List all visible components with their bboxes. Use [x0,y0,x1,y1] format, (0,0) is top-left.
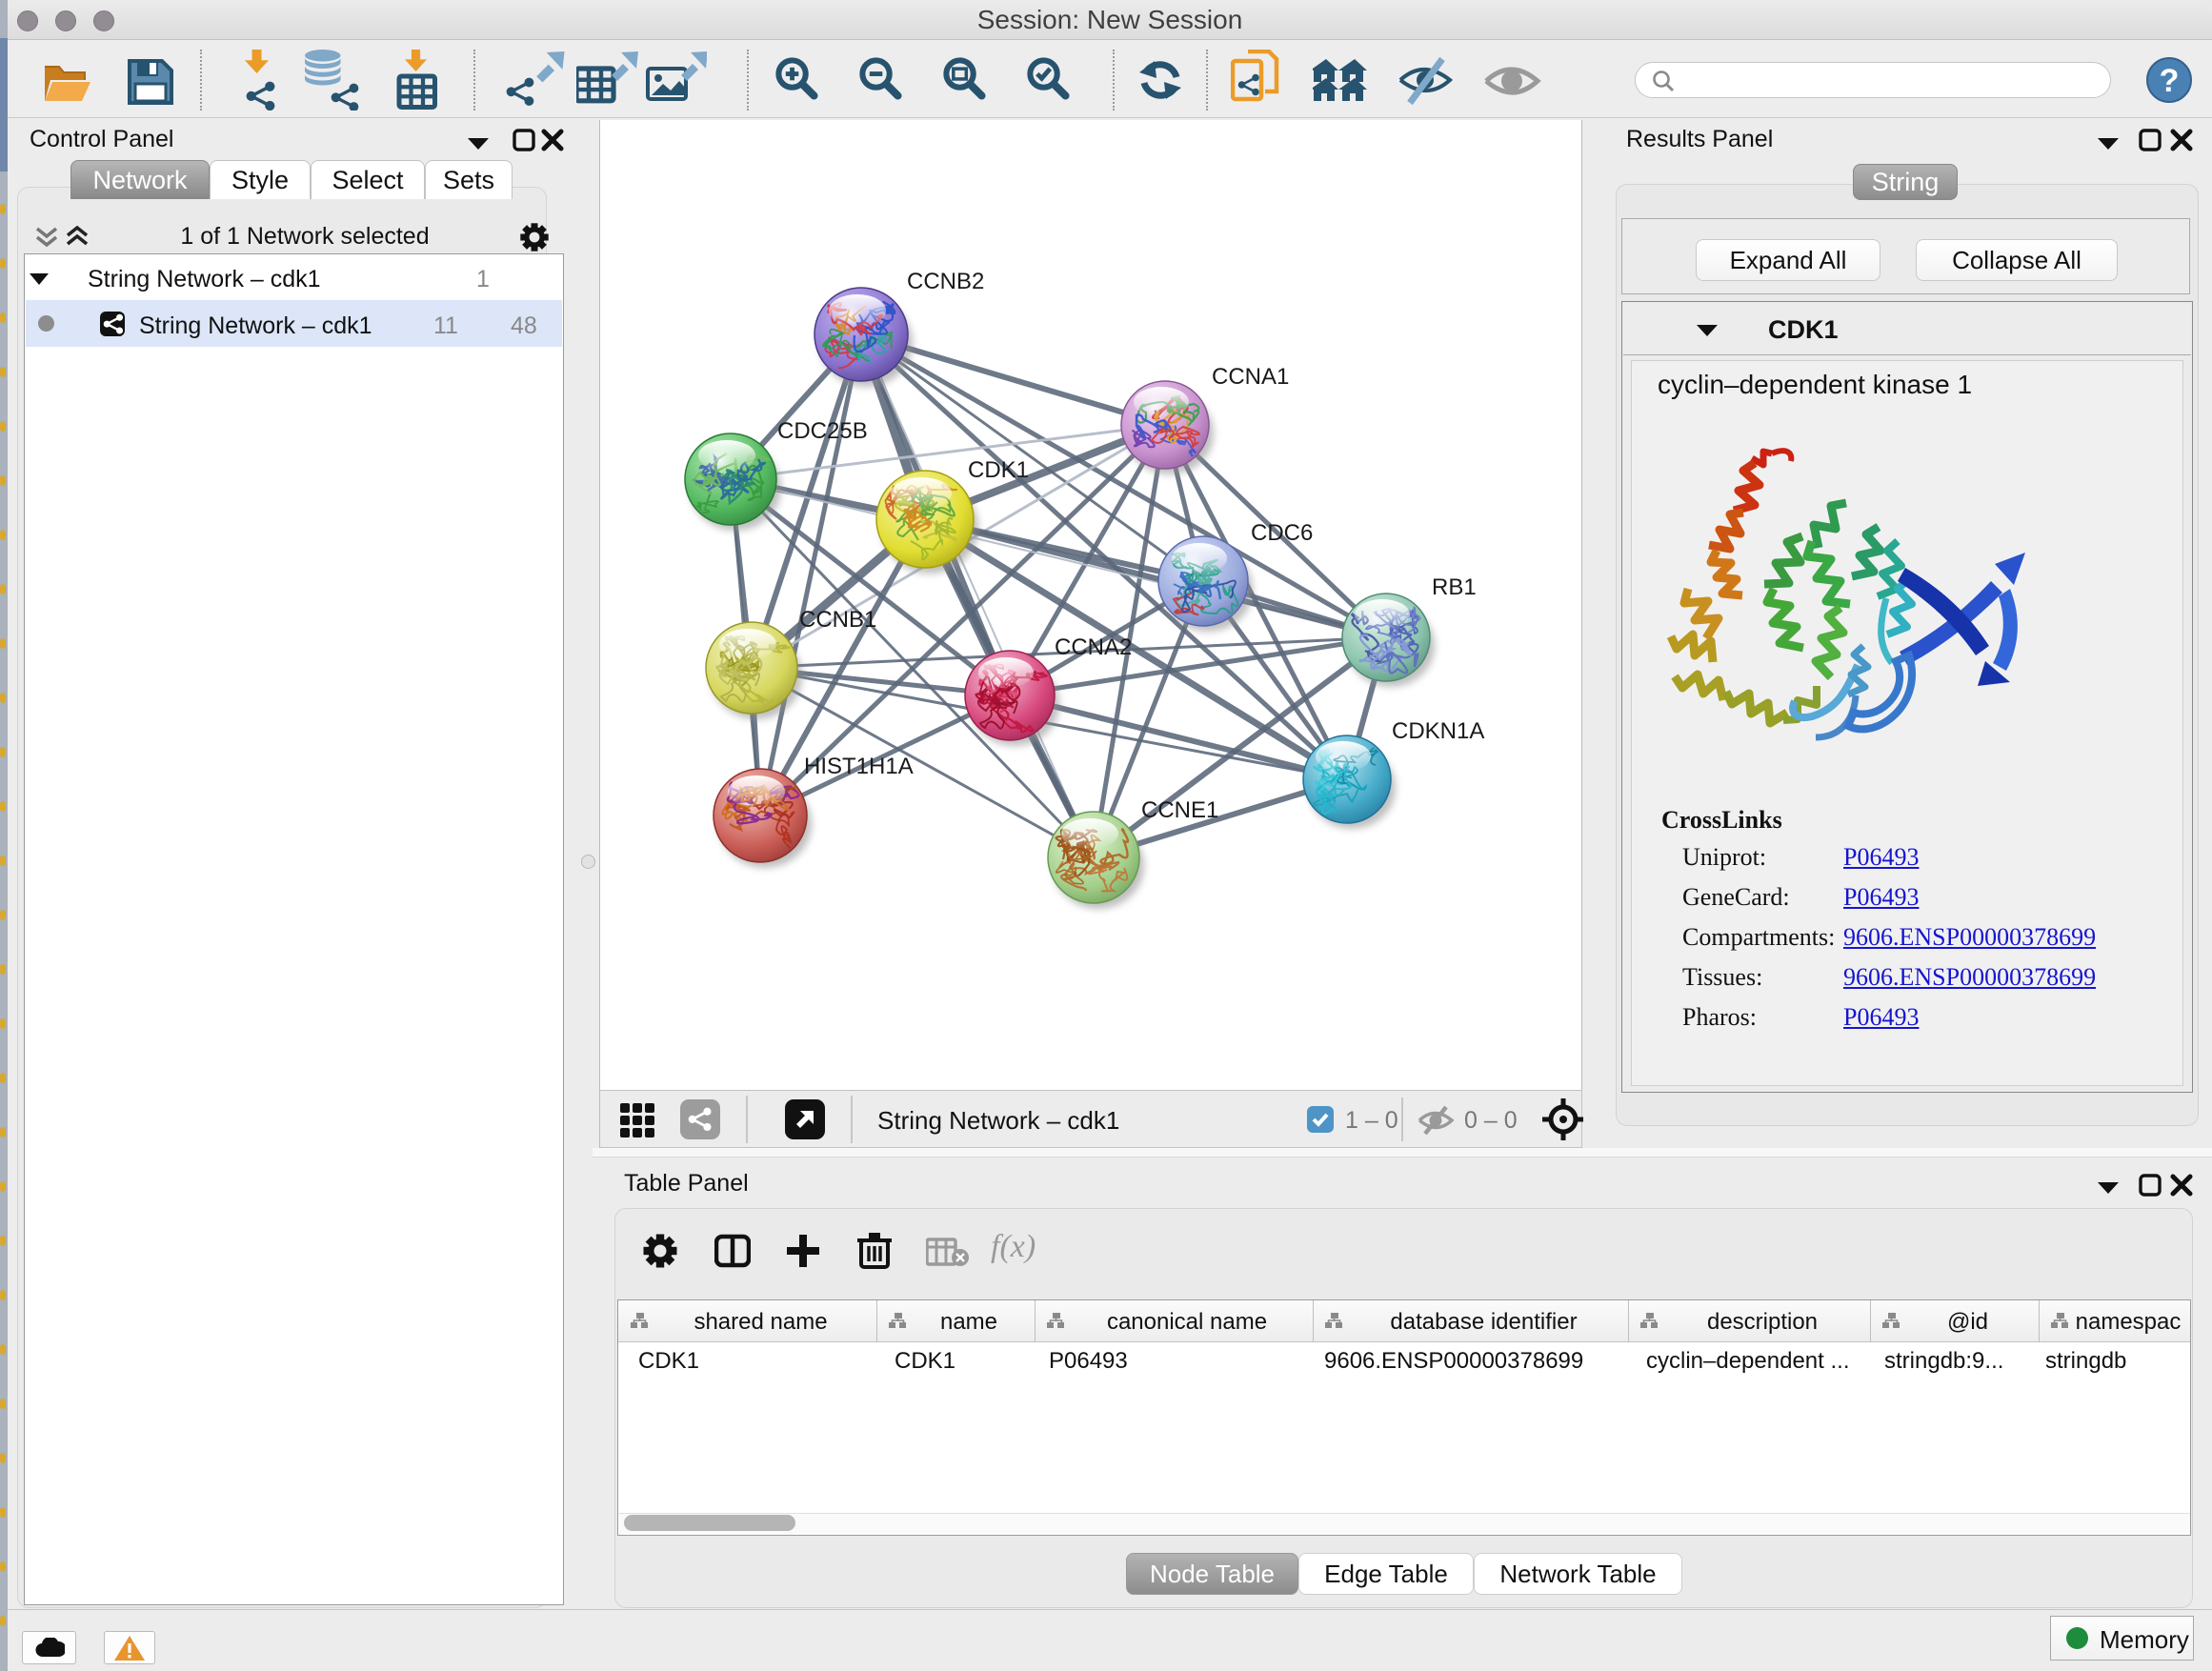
svg-text:CDC25B: CDC25B [777,418,868,444]
svg-text:CDK1: CDK1 [968,457,1029,483]
svg-text:CCNB1: CCNB1 [799,607,876,633]
svg-text:CCNA2: CCNA2 [1055,634,1132,660]
svg-text:CCNB2: CCNB2 [907,269,984,294]
svg-text:CCNA1: CCNA1 [1212,364,1289,390]
svg-text:HIST1H1A: HIST1H1A [804,754,914,779]
svg-text:RB1: RB1 [1432,574,1477,600]
svg-text:CCNE1: CCNE1 [1141,797,1218,823]
svg-text:CDC6: CDC6 [1251,520,1313,546]
svg-text:CDKN1A: CDKN1A [1392,718,1484,744]
